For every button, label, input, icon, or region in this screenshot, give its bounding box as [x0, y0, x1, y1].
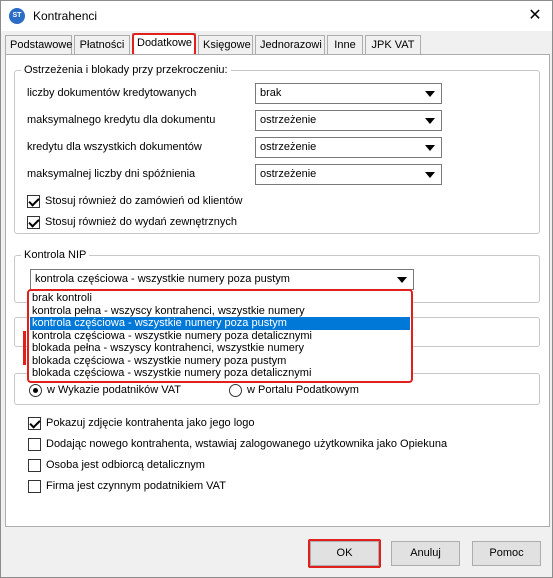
check-assign-supervisor-label: Dodając nowego kontrahenta, wstawiaj zal…: [46, 438, 448, 450]
check-retail-recipient-label: Osoba jest odbiorcą detalicznym: [46, 459, 205, 471]
chevron-down-icon: [425, 91, 435, 97]
check-apply-orders-label: Stosuj również do zamówień od klientów: [45, 195, 243, 207]
row-label-max-credit: maksymalnego kredytu dla dokumentu: [27, 114, 216, 126]
check-retail-recipient[interactable]: Osoba jest odbiorcą detalicznym: [28, 459, 328, 473]
warnings-group-title: Ostrzeżenia i blokady przy przekroczeniu…: [21, 64, 231, 76]
select-max-credit[interactable]: ostrzeżenie: [255, 110, 442, 131]
dropdown-option[interactable]: blokada pełna - wszyscy kontrahenci, wsz…: [30, 342, 410, 355]
checkbox-assign-supervisor[interactable]: [28, 438, 41, 451]
dropdown-option[interactable]: blokada częściowa - wszystkie numery poz…: [30, 367, 410, 380]
select-credit-docs[interactable]: brak: [255, 83, 442, 104]
ok-button-highlight: [308, 539, 381, 568]
select-max-credit-value: ostrzeżenie: [260, 114, 317, 126]
nip-dropdown-list[interactable]: brak kontroli kontrola pełna - wszyscy k…: [27, 289, 413, 383]
select-all-docs-credit[interactable]: ostrzeżenie: [255, 137, 442, 158]
check-apply-issues-label: Stosuj również do wydań zewnętrznych: [45, 216, 237, 228]
chevron-down-icon: [397, 277, 407, 283]
checkbox-apply-issues[interactable]: [27, 216, 40, 229]
app-logo-icon: ST: [9, 8, 25, 24]
kontrahenci-dialog: ST Kontrahenci ✕ Podstawowe Płatności Do…: [0, 0, 553, 578]
close-icon[interactable]: ✕: [524, 5, 546, 27]
dropdown-option[interactable]: blokada częściowa - wszystkie numery poz…: [30, 355, 410, 368]
select-nip-control-value: kontrola częściowa - wszystkie numery po…: [35, 273, 290, 285]
select-max-delay-value: ostrzeżenie: [260, 168, 317, 180]
help-button[interactable]: Pomoc: [472, 541, 541, 566]
window-title: Kontrahenci: [33, 9, 98, 23]
check-apply-orders[interactable]: Stosuj również do zamówień od klientów: [27, 195, 327, 209]
tab-platnosci[interactable]: Płatności: [74, 35, 130, 55]
dropdown-option-selected[interactable]: kontrola częściowa - wszystkie numery po…: [30, 317, 410, 330]
radio-tax-portal-label: w Portalu Podatkowym: [247, 384, 359, 396]
check-active-vat-payer[interactable]: Firma jest czynnym podatnikiem VAT: [28, 480, 328, 494]
chevron-down-icon: [425, 118, 435, 124]
radio-button-vat-register[interactable]: [29, 384, 42, 397]
tab-jpk-vat[interactable]: JPK VAT: [365, 35, 421, 55]
radio-vat-register-label: w Wykazie podatników VAT: [47, 384, 181, 396]
check-apply-issues[interactable]: Stosuj również do wydań zewnętrznych: [27, 216, 327, 230]
nip-group-title: Kontrola NIP: [21, 249, 90, 261]
row-label-max-delay: maksymalnej liczby dni spóźnienia: [27, 168, 196, 180]
checkbox-apply-orders[interactable]: [27, 195, 40, 208]
select-max-delay[interactable]: ostrzeżenie: [255, 164, 442, 185]
tab-inne[interactable]: Inne: [327, 35, 363, 55]
select-all-docs-credit-value: ostrzeżenie: [260, 141, 317, 153]
select-credit-docs-value: brak: [260, 87, 282, 99]
check-show-photo-label: Pokazuj zdjęcie kontrahenta jako jego lo…: [46, 417, 255, 429]
checkbox-show-photo[interactable]: [28, 417, 41, 430]
check-active-vat-payer-label: Firma jest czynnym podatnikiem VAT: [46, 480, 226, 492]
warnings-group: Ostrzeżenia i blokady przy przekroczeniu…: [14, 64, 540, 234]
ok-button[interactable]: OK: [308, 539, 381, 568]
radio-button-tax-portal[interactable]: [229, 384, 242, 397]
tab-dodatkowe[interactable]: Dodatkowe: [132, 33, 196, 56]
tab-highlight: [132, 33, 196, 56]
title-bar: ST Kontrahenci ✕: [1, 1, 552, 31]
check-show-photo[interactable]: Pokazuj zdjęcie kontrahenta jako jego lo…: [28, 417, 328, 431]
radio-tax-portal[interactable]: w Portalu Podatkowym: [229, 384, 389, 398]
radio-vat-register[interactable]: w Wykazie podatników VAT: [29, 384, 219, 398]
dropdown-option[interactable]: kontrola częściowa - wszystkie numery po…: [30, 330, 410, 343]
row-label-all-docs-credit: kredytu dla wszystkich dokumentów: [27, 141, 202, 153]
select-nip-control[interactable]: kontrola częściowa - wszystkie numery po…: [30, 269, 414, 290]
cancel-button[interactable]: Anuluj: [391, 541, 460, 566]
check-assign-supervisor[interactable]: Dodając nowego kontrahenta, wstawiaj zal…: [28, 438, 528, 452]
dropdown-option[interactable]: brak kontroli: [30, 292, 410, 305]
row-label-credit-docs: liczby dokumentów kredytowanych: [27, 87, 197, 99]
checkbox-active-vat-payer[interactable]: [28, 480, 41, 493]
chevron-down-icon: [425, 145, 435, 151]
tab-jednorazowi[interactable]: Jednorazowi: [255, 35, 325, 55]
annotation-marker: [23, 331, 26, 365]
chevron-down-icon: [425, 172, 435, 178]
tab-ksiegowe[interactable]: Księgowe: [198, 35, 253, 55]
dropdown-option[interactable]: kontrola pełna - wszyscy kontrahenci, ws…: [30, 305, 410, 318]
tab-podstawowe[interactable]: Podstawowe: [5, 35, 72, 55]
checkbox-retail-recipient[interactable]: [28, 459, 41, 472]
